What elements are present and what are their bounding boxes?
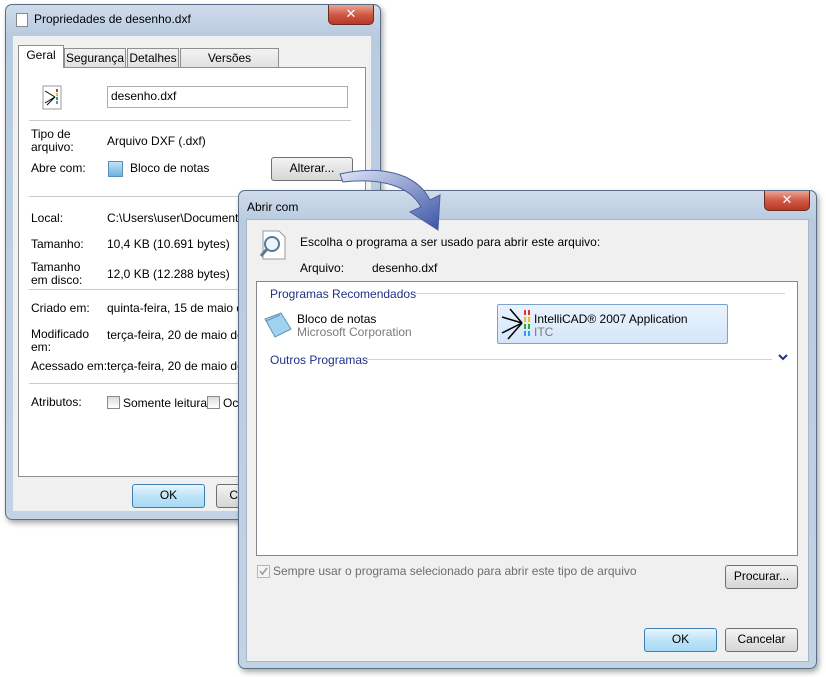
checkmark-icon	[259, 567, 268, 576]
local-value: C:\Users\user\Documents	[107, 211, 245, 225]
tamanho-value: 10,4 KB (10.691 bytes)	[107, 237, 230, 251]
outros-header[interactable]: Outros Programas	[270, 353, 368, 367]
acessado-label: Acessado em:	[31, 359, 108, 373]
tab-versoes-anteriores[interactable]: Versões Anteriores	[180, 48, 279, 84]
open-with-body: Escolha o programa a ser usado para abri…	[246, 219, 809, 662]
magnifier-file-icon	[259, 230, 286, 260]
cancelar-button[interactable]: Cancelar	[725, 628, 798, 652]
tipo-label: Tipo de arquivo:	[31, 127, 74, 154]
dxf-file-icon	[42, 85, 62, 110]
tamanho-label: Tamanho:	[31, 237, 84, 251]
notepad-icon	[264, 312, 292, 338]
recomendados-header: Programas Recomendados	[270, 287, 417, 301]
disco-label: Tamanho em disco:	[31, 260, 83, 287]
program-name: IntelliCAD® 2007 Application	[534, 312, 688, 326]
arquivo-label: Arquivo:	[300, 261, 345, 275]
program-item-selected[interactable]: IntelliCAD® 2007 Application ITC	[497, 304, 728, 344]
modificado-label: Modificado em:	[31, 327, 90, 354]
chevron-down-icon[interactable]	[778, 354, 788, 362]
sempre-label: Sempre usar o programa selecionado para …	[273, 564, 637, 578]
outros-rule	[367, 359, 772, 360]
properties-title: Propriedades de desenho.dxf	[34, 12, 191, 26]
close-button[interactable]: ✕	[764, 191, 810, 211]
divider	[29, 120, 351, 122]
abre-label: Abre com:	[31, 161, 86, 175]
local-label: Local:	[31, 211, 64, 225]
somente-leitura-label[interactable]: Somente leitura	[123, 396, 207, 410]
open-with-titlebar[interactable]: Abrir com ✕	[239, 191, 816, 219]
tab-seguranca[interactable]: Segurança	[64, 48, 126, 68]
tipo-value: Arquivo DXF (.dxf)	[107, 134, 206, 148]
arrow-icon	[339, 169, 441, 231]
filename-field[interactable]: desenho.dxf	[107, 86, 348, 108]
ok-button[interactable]: OK	[132, 484, 205, 508]
criado-label: Criado em:	[31, 301, 90, 315]
somente-leitura-checkbox[interactable]	[107, 396, 120, 409]
program-name: Bloco de notas	[297, 312, 377, 326]
notepad-icon	[108, 161, 123, 177]
tab-detalhes[interactable]: Detalhes	[127, 48, 179, 68]
disco-value: 12,0 KB (12.288 bytes)	[107, 267, 230, 281]
close-button[interactable]: ✕	[328, 5, 374, 25]
properties-titlebar[interactable]: Propriedades de desenho.dxf ✕	[6, 5, 380, 33]
program-company: ITC	[534, 325, 554, 339]
sempre-checkbox[interactable]	[257, 565, 270, 578]
program-item[interactable]: Bloco de notas Microsoft Corporation	[260, 306, 490, 342]
tab-geral[interactable]: Geral	[18, 45, 64, 68]
program-company: Microsoft Corporation	[297, 325, 412, 339]
intellicad-icon	[501, 308, 530, 340]
programs-list[interactable]: Programas Recomendados Bloco de notas Mi…	[256, 281, 798, 556]
file-icon	[16, 13, 28, 27]
atributos-label: Atributos:	[31, 395, 82, 409]
ok-button[interactable]: OK	[644, 628, 717, 652]
criado-value: quinta-feira, 15 de maio de 2	[107, 301, 260, 315]
abre-value: Bloco de notas	[130, 161, 210, 175]
open-with-window: Abrir com ✕ Escolha o programa a ser usa…	[238, 190, 817, 669]
oculto-checkbox[interactable]	[207, 396, 220, 409]
arquivo-value: desenho.dxf	[372, 261, 438, 275]
recomendados-rule	[415, 293, 785, 294]
procurar-button[interactable]: Procurar...	[725, 565, 798, 589]
open-with-title: Abrir com	[247, 200, 299, 214]
